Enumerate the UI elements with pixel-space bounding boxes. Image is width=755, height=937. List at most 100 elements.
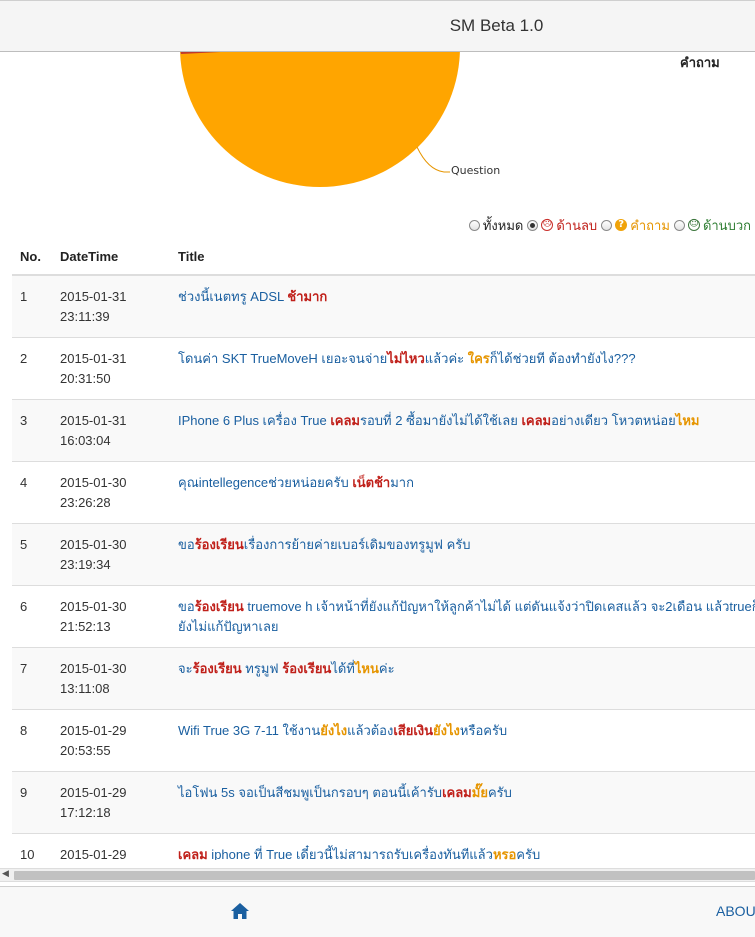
row-number: 4	[12, 461, 52, 524]
pie-chart	[170, 52, 470, 192]
row-date: 2015-01-31	[60, 413, 127, 428]
title-text: ช่วงนี้เนตทรู ADSL	[178, 289, 288, 304]
title-text: หรือครับ	[459, 723, 508, 738]
title-text: ขอ	[178, 599, 195, 614]
row-title-link[interactable]: เคลม iphone ที่ True เดี๋ยวนี้ไม่สามารถร…	[170, 833, 755, 860]
table-row[interactable]: 1 2015-01-31 23:11:39 ช่วงนี้เนตทรู ADSL ช้…	[12, 274, 755, 338]
filter-all-radio[interactable]	[468, 219, 480, 231]
filter-negative-radio[interactable]	[527, 219, 539, 231]
row-datetime: 2015-01-31 23:11:39	[52, 274, 170, 338]
row-number: 1	[12, 274, 52, 338]
keyword-q: ใคร	[467, 351, 490, 366]
scrollbar-thumb[interactable]	[14, 871, 755, 880]
row-date: 2015-01-29	[60, 723, 127, 738]
title-text: แล้วต้อง	[347, 723, 394, 738]
row-time: 16:03:04	[60, 433, 111, 448]
posts-table-container[interactable]: No. DateTime Title 1 2015-01-31 23:11:39 ช่…	[12, 238, 755, 860]
pie-legend-title: คำถาม	[680, 56, 720, 71]
row-date: 2015-01-29	[60, 785, 127, 800]
row-number: 6	[12, 585, 52, 648]
keyword-q: ยังไง	[433, 723, 460, 738]
filter-negative[interactable]: ☹ ด้านลบ	[527, 215, 597, 236]
title-text: ได้ที่	[331, 661, 355, 676]
pie-chart-svg	[180, 52, 460, 187]
table-body: 1 2015-01-31 23:11:39 ช่วงนี้เนตทรู ADSL ช้…	[12, 274, 755, 860]
keyword-neg: เคลม	[521, 413, 552, 428]
keyword-q: ไหม	[675, 413, 700, 428]
title-text: ค่ะ	[378, 661, 395, 676]
row-time: 23:11:39	[60, 309, 110, 324]
scroll-left-arrow-icon[interactable]: ◀	[2, 869, 9, 879]
table-row[interactable]: 2 2015-01-31 20:31:50 โดนค่า SKT TrueMoveH …	[12, 337, 755, 400]
title-text: ก็ได้ช่วยที ต้องทำยังไง???	[489, 351, 636, 366]
row-number: 7	[12, 647, 52, 710]
title-text: ครับ	[516, 847, 541, 860]
table-row[interactable]: 5 2015-01-30 23:19:34 ขอร้องเรียนเรื่องการย…	[12, 523, 755, 586]
keyword-neg: ร้องเรียน	[282, 661, 332, 676]
row-number: 9	[12, 771, 52, 834]
row-time: 23:19:34	[60, 557, 111, 572]
question-icon: ?	[615, 219, 628, 231]
home-icon[interactable]	[230, 902, 250, 924]
table-row[interactable]: 6 2015-01-30 21:52:13 ขอร้องเรียน truemove …	[12, 585, 755, 648]
row-time: 23:26:28	[60, 495, 111, 510]
title-text: truemove h เจ้าหน้าที่ยังแก้ปัญหาให้ลูกค…	[178, 599, 755, 634]
frown-icon: ☹	[541, 219, 554, 231]
keyword-neg: เคลม	[330, 413, 360, 428]
row-date: 2015-01-31	[60, 289, 127, 304]
row-title-link[interactable]: ไอโฟน 5s จอเป็นสีชมพูเป็นกรอบๆ ตอนนี้เค้…	[170, 771, 755, 834]
keyword-q: ไหน	[354, 661, 379, 676]
row-title-link[interactable]: IPhone 6 Plus เครื่อง True เคลมรอบที่ 2 …	[170, 399, 755, 462]
row-title-link[interactable]: คุณintellegenceช่วยหน่อยครับ เน็ตช้ามาก	[170, 461, 755, 524]
title-text: ขอ	[178, 537, 195, 552]
row-date: 2015-01-30	[60, 599, 127, 614]
row-time: 21:52:13	[60, 619, 111, 634]
row-time: 20:53:55	[60, 743, 111, 758]
title-text: รอบที่ 2 ซื้อมายังไม่ได้ใช้เลย	[360, 413, 522, 428]
row-title-link[interactable]: จะร้องเรียน ทรูมูฟ ร้องเรียนได้ที่ไหนค่ะ	[170, 647, 755, 710]
about-link[interactable]: ABOU	[716, 903, 755, 919]
top-navbar: SM Beta 1.0	[0, 0, 755, 52]
table-row[interactable]: 4 2015-01-30 23:26:28 คุณintellegenceช่วยหน…	[12, 461, 755, 524]
table-row[interactable]: 8 2015-01-29 20:53:55 Wifi True 3G 7-11 ใช้…	[12, 709, 755, 772]
row-date: 2015-01-30	[60, 537, 127, 552]
row-number: 8	[12, 709, 52, 772]
posts-table: No. DateTime Title 1 2015-01-31 23:11:39 ช่…	[12, 238, 755, 860]
row-datetime: 2015-01-2900:59:09	[52, 833, 170, 860]
filter-positive-radio[interactable]	[673, 219, 685, 231]
filter-all[interactable]: ทั้งหมด	[468, 215, 524, 236]
title-text: คุณintellegenceช่วยหน่อยครับ	[178, 475, 353, 490]
row-title-link[interactable]: ขอร้องเรียนเรื่องการย้ายค่ายเบอร์เดิมของ…	[170, 523, 755, 586]
header-no[interactable]: No.	[12, 238, 52, 276]
filter-all-label: ทั้งหมด	[482, 218, 524, 234]
filter-question-radio[interactable]	[601, 219, 613, 231]
row-number: 3	[12, 399, 52, 462]
table-row[interactable]: 9 2015-01-29 17:12:18 ไอโฟน 5s จอเป็นสีชมพู…	[12, 771, 755, 834]
table-row[interactable]: 102015-01-2900:59:09เคลม iphone ที่ True…	[12, 833, 755, 860]
title-text: อย่างเดียว โหวตหน่อย	[551, 413, 676, 428]
table-header-row: No. DateTime Title	[12, 238, 755, 276]
row-title-link[interactable]: Wifi True 3G 7-11 ใช้งานยังไงแล้วต้องเสี…	[170, 709, 755, 772]
pie-slice-question[interactable]	[180, 52, 460, 187]
table-row[interactable]: 7 2015-01-30 13:11:08 จะร้องเรียน ทรูมูฟ ร้…	[12, 647, 755, 710]
keyword-neg: ร้องเรียน	[194, 599, 244, 614]
row-datetime: 2015-01-30 23:19:34	[52, 523, 170, 586]
row-title-link[interactable]: โดนค่า SKT TrueMoveH เยอะจนจ่ายไม่ไหวแล้…	[170, 337, 755, 400]
filter-question[interactable]: ? คำถาม	[601, 215, 670, 236]
title-text: Wifi True 3G 7-11 ใช้งาน	[178, 723, 321, 738]
table-row[interactable]: 3 2015-01-31 16:03:04 IPhone 6 Plus เครื่อง…	[12, 399, 755, 462]
filter-question-label: คำถาม	[630, 218, 670, 234]
filter-positive[interactable]: ☺ ด้านบวก	[673, 215, 751, 236]
row-title-link[interactable]: ขอร้องเรียน truemove h เจ้าหน้าที่ยังแก้…	[170, 585, 755, 648]
title-text: เรื่องการย้ายค่ายเบอร์เดิมของทรูมูฟ ครับ	[243, 537, 471, 552]
keyword-neg: เน็ตช้า	[352, 475, 391, 490]
row-title-link[interactable]: ช่วงนี้เนตทรู ADSL ช้ามาก	[170, 274, 755, 338]
keyword-neg: ร้องเรียน	[192, 661, 242, 676]
horizontal-scrollbar[interactable]: ◀	[0, 868, 755, 882]
row-time: 13:11:08	[60, 681, 110, 696]
smile-icon: ☺	[687, 219, 700, 231]
title-text: ไอโฟน 5s จอเป็นสีชมพูเป็นกรอบๆ ตอนนี้เค้…	[178, 785, 443, 800]
header-title[interactable]: Title	[170, 238, 755, 276]
row-date: 2015-01-31	[60, 351, 127, 366]
header-datetime[interactable]: DateTime	[52, 238, 170, 276]
